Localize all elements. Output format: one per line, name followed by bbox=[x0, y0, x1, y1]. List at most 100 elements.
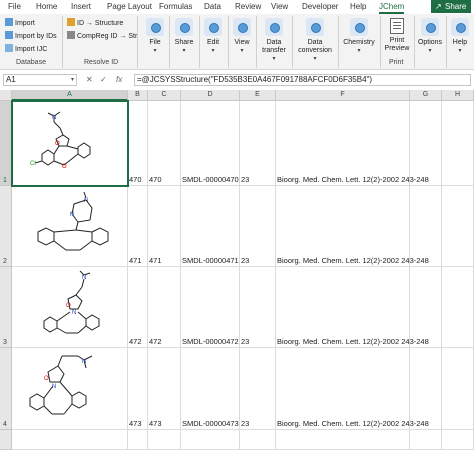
column-header-d[interactable]: D bbox=[181, 90, 240, 101]
table-cell[interactable] bbox=[410, 101, 442, 186]
options-menu-button[interactable]: Options ▾ bbox=[416, 18, 444, 55]
import-ijc-button[interactable]: Import IJC bbox=[5, 44, 47, 53]
tab-home[interactable]: Home bbox=[36, 2, 57, 11]
table-cell[interactable] bbox=[442, 267, 474, 348]
table-cell[interactable] bbox=[276, 430, 410, 450]
column-header-f[interactable]: F bbox=[276, 90, 410, 101]
table-cell[interactable]: SMDL-00000471 bbox=[181, 186, 240, 267]
table-cell[interactable]: SMDL-00000470 bbox=[181, 101, 240, 186]
table-cell[interactable]: Bioorg. Med. Chem. Lett. 12(2)-2002 243-… bbox=[276, 186, 429, 267]
structure-cell[interactable]: N O O Cl bbox=[12, 101, 128, 186]
ribbon-tab-bar: File Home Insert Page Layout Formulas Da… bbox=[0, 0, 474, 14]
id-to-structure-button[interactable]: ID → Structure bbox=[67, 18, 123, 27]
ribbon-divider bbox=[137, 16, 138, 68]
tab-page-layout[interactable]: Page Layout bbox=[107, 2, 152, 11]
column-header-c[interactable]: C bbox=[148, 90, 181, 101]
tab-data[interactable]: Data bbox=[204, 2, 221, 11]
column-header-a[interactable]: A bbox=[12, 90, 128, 101]
structure-cell[interactable]: N O N bbox=[12, 348, 128, 430]
row-header[interactable] bbox=[0, 430, 12, 450]
table-cell[interactable]: Bioorg. Med. Chem. Lett. 12(2)-2002 243-… bbox=[276, 348, 429, 430]
table-cell[interactable] bbox=[128, 430, 148, 450]
print-preview-button[interactable]: Print Preview bbox=[382, 18, 412, 53]
tab-insert[interactable]: Insert bbox=[71, 2, 91, 11]
data-transfer-button[interactable]: Data transfer ▾ bbox=[258, 18, 290, 63]
row-header[interactable]: 1 bbox=[0, 101, 12, 186]
table-cell[interactable] bbox=[148, 430, 181, 450]
table-cell[interactable] bbox=[240, 430, 276, 450]
table-cell[interactable]: 23 bbox=[240, 267, 276, 348]
tab-help[interactable]: Help bbox=[350, 2, 366, 11]
svg-text:N: N bbox=[70, 212, 74, 218]
share-label: Share bbox=[445, 2, 467, 11]
table-cell[interactable] bbox=[410, 267, 442, 348]
cancel-icon[interactable]: ✕ bbox=[86, 75, 93, 84]
tab-developer[interactable]: Developer bbox=[302, 2, 338, 11]
edit-menu-label: Edit bbox=[206, 39, 220, 46]
file-menu-button[interactable]: File ▾ bbox=[143, 18, 167, 55]
view-menu-button[interactable]: View ▾ bbox=[230, 18, 254, 55]
tab-jchem[interactable]: JChem bbox=[379, 2, 405, 14]
chemical-structure-image: N O N bbox=[43, 270, 100, 334]
table-cell[interactable] bbox=[442, 186, 474, 267]
table-cell[interactable]: 473 bbox=[128, 348, 148, 430]
table-cell[interactable]: SMDL-00000472 bbox=[181, 267, 240, 348]
ribbon-divider bbox=[380, 16, 381, 68]
table-cell[interactable]: 23 bbox=[240, 186, 276, 267]
svg-text:N: N bbox=[52, 115, 56, 121]
table-cell[interactable] bbox=[442, 101, 474, 186]
help-menu-button[interactable]: Help ▾ bbox=[448, 18, 472, 55]
table-cell[interactable] bbox=[442, 348, 474, 430]
table-cell[interactable]: 471 bbox=[128, 186, 148, 267]
row-header[interactable]: 2 bbox=[0, 186, 12, 267]
chemistry-menu-button[interactable]: Chemistry ▾ bbox=[340, 18, 378, 55]
column-header-e[interactable]: E bbox=[240, 90, 276, 101]
table-cell[interactable] bbox=[181, 430, 240, 450]
data-conversion-button[interactable]: Data conversion ▾ bbox=[294, 18, 336, 63]
table-cell[interactable] bbox=[442, 430, 474, 450]
table-cell[interactable]: SMDL-00000473 bbox=[181, 348, 240, 430]
import-button[interactable]: Import bbox=[5, 18, 35, 27]
table-cell[interactable]: 23 bbox=[240, 348, 276, 430]
structure-cell[interactable]: N N bbox=[12, 186, 128, 267]
tab-view[interactable]: View bbox=[271, 2, 288, 11]
table-cell[interactable] bbox=[12, 430, 128, 450]
table-cell[interactable] bbox=[410, 186, 442, 267]
tab-file[interactable]: File bbox=[8, 2, 21, 11]
enter-icon[interactable]: ✓ bbox=[100, 75, 107, 84]
import-ijc-icon bbox=[5, 44, 13, 52]
table-cell[interactable]: 23 bbox=[240, 101, 276, 186]
row-header[interactable]: 3 bbox=[0, 267, 12, 348]
table-cell[interactable] bbox=[410, 348, 442, 430]
share-menu-label: Share bbox=[174, 39, 194, 46]
formula-input[interactable]: =@JCSYSStructure("FD535B3E0A467F091788AF… bbox=[134, 74, 471, 86]
table-cell[interactable]: 473 bbox=[148, 348, 181, 430]
table-cell[interactable]: 471 bbox=[148, 186, 181, 267]
svg-text:O: O bbox=[66, 303, 71, 309]
table-cell[interactable]: 470 bbox=[148, 101, 181, 186]
structure-cell[interactable]: N O N bbox=[12, 267, 128, 348]
column-header-h[interactable]: H bbox=[442, 90, 474, 101]
share-menu-button[interactable]: Share ▾ bbox=[171, 18, 197, 55]
import-by-ids-button[interactable]: Import by IDs bbox=[5, 31, 57, 40]
table-cell[interactable]: Bioorg. Med. Chem. Lett. 12(2)-2002 243-… bbox=[276, 101, 429, 186]
help-menu-label: Help bbox=[452, 39, 468, 46]
table-cell[interactable]: 472 bbox=[148, 267, 181, 348]
tab-formulas[interactable]: Formulas bbox=[159, 2, 192, 11]
table-cell[interactable] bbox=[410, 430, 442, 450]
table-cell[interactable]: 470 bbox=[128, 101, 148, 186]
name-box[interactable]: A1 ▾ bbox=[3, 74, 77, 86]
compreg-id-button[interactable]: CompReg ID → Str bbox=[67, 31, 137, 40]
column-header-g[interactable]: G bbox=[410, 90, 442, 101]
column-header-b[interactable]: B bbox=[128, 90, 148, 101]
edit-menu-button[interactable]: Edit ▾ bbox=[201, 18, 225, 55]
table-cell[interactable]: 472 bbox=[128, 267, 148, 348]
share-button[interactable]: ↗ Share bbox=[431, 0, 471, 13]
select-all-corner[interactable] bbox=[0, 90, 12, 101]
chevron-down-icon[interactable]: ▾ bbox=[71, 75, 74, 85]
insert-function-icon[interactable]: fx bbox=[116, 75, 122, 84]
tab-review[interactable]: Review bbox=[235, 2, 261, 11]
table-cell[interactable]: Bioorg. Med. Chem. Lett. 12(2)-2002 243-… bbox=[276, 267, 429, 348]
svg-text:O: O bbox=[62, 164, 67, 170]
row-header[interactable]: 4 bbox=[0, 348, 12, 430]
